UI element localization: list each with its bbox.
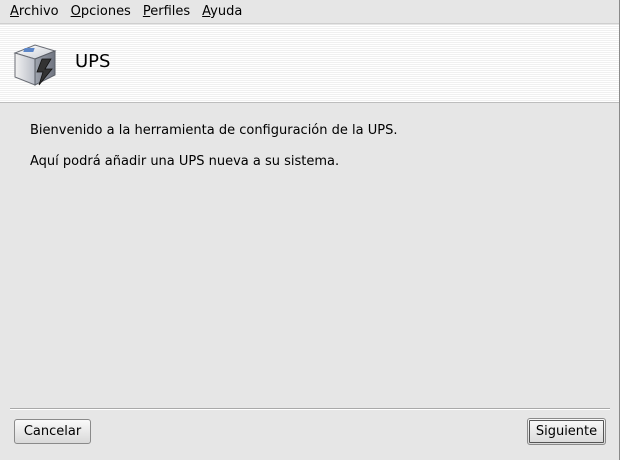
menu-ayuda[interactable]: Ayuda bbox=[196, 0, 248, 24]
description-line: Aquí podrá añadir una UPS nueva a su sis… bbox=[30, 154, 340, 169]
menu-opciones-mnemonic: O bbox=[70, 3, 81, 19]
menu-opciones[interactable]: Opciones bbox=[65, 0, 137, 24]
cancel-button[interactable]: Cancelar bbox=[14, 419, 91, 444]
ups-power-icon bbox=[11, 39, 63, 91]
menu-perfiles-label: erfiles bbox=[150, 3, 191, 19]
page-title: UPS bbox=[75, 51, 111, 72]
menu-ayuda-label: yuda bbox=[210, 3, 243, 19]
menu-archivo-mnemonic: A bbox=[10, 3, 19, 19]
menu-archivo[interactable]: Archivo bbox=[4, 0, 65, 24]
menu-perfiles[interactable]: Perfiles bbox=[137, 0, 196, 24]
menu-opciones-label: pciones bbox=[80, 3, 131, 19]
page-header: UPS bbox=[0, 25, 620, 103]
menu-ayuda-mnemonic: A bbox=[202, 3, 211, 19]
footer-divider bbox=[10, 408, 610, 410]
menu-archivo-label: rchivo bbox=[18, 3, 59, 19]
welcome-line: Bienvenido a la herramienta de configura… bbox=[30, 123, 398, 138]
menu-bar: Archivo Opciones Perfiles Ayuda bbox=[0, 0, 620, 24]
welcome-content: Bienvenido a la herramienta de configura… bbox=[30, 122, 590, 184]
next-button[interactable]: Siguiente bbox=[527, 418, 606, 445]
